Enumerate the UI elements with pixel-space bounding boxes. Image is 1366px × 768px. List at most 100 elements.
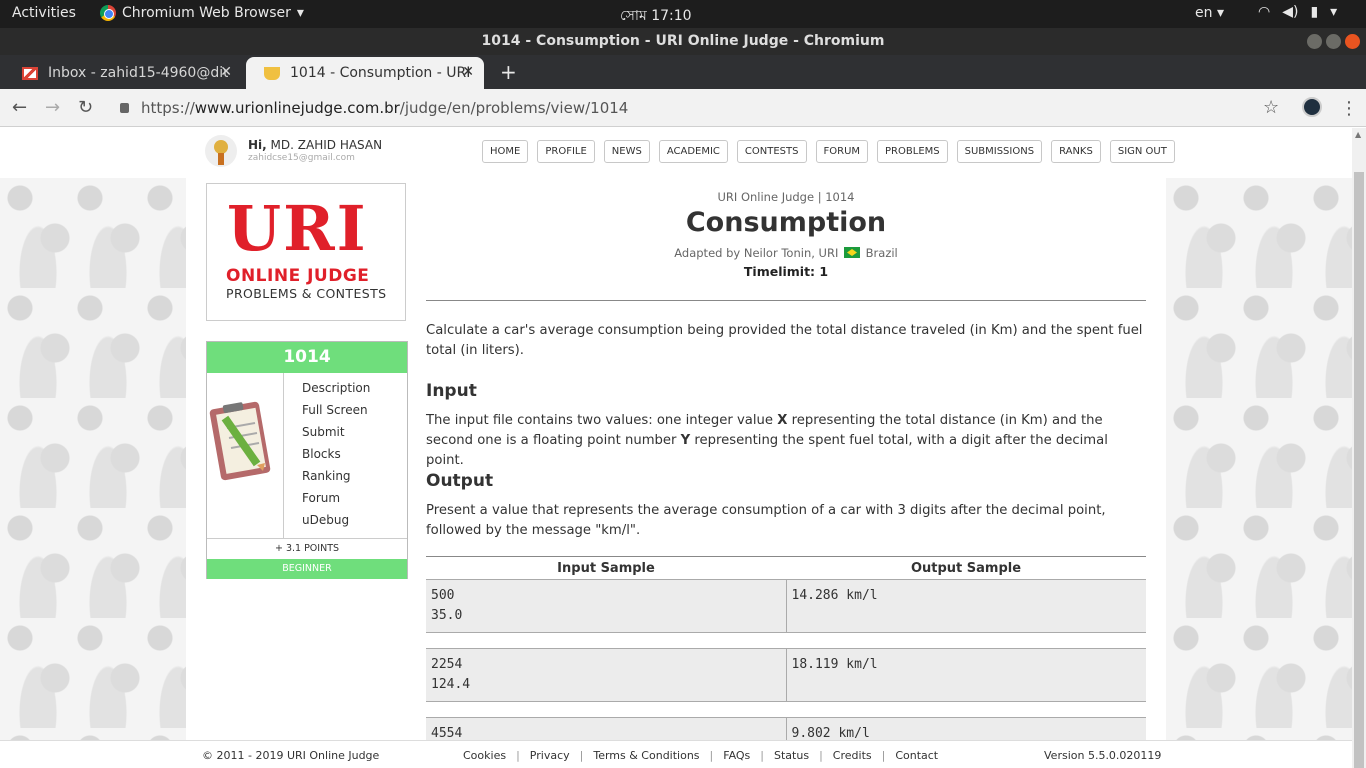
greeting-label: Hi, bbox=[248, 138, 267, 152]
scroll-up-icon[interactable]: ▲ bbox=[1355, 130, 1361, 139]
footer-link-status[interactable]: Status bbox=[774, 749, 809, 762]
divider bbox=[426, 300, 1146, 301]
language-indicator[interactable]: en ▾ bbox=[1195, 5, 1224, 21]
main-nav: HOME PROFILE NEWS ACADEMIC CONTESTS FORU… bbox=[482, 140, 1175, 163]
spacer-cell bbox=[786, 701, 1146, 718]
nav-news[interactable]: NEWS bbox=[603, 140, 650, 163]
sample-input-line: 2254 bbox=[431, 657, 463, 672]
footer-link-credits[interactable]: Credits bbox=[833, 749, 872, 762]
problem-menu: Description Full Screen Submit Blocks Ra… bbox=[302, 381, 370, 535]
back-arrow-icon[interactable]: ← bbox=[12, 97, 27, 118]
bookmark-star-icon[interactable]: ☆ bbox=[1263, 97, 1279, 118]
app-menu[interactable]: Chromium Web Browser ▾ bbox=[100, 5, 304, 21]
sample-input[interactable]: 2254 124.4 bbox=[426, 648, 787, 702]
separator: | bbox=[760, 749, 765, 762]
input-var-x: X bbox=[777, 413, 788, 428]
nav-home[interactable]: HOME bbox=[482, 140, 529, 163]
menu-kebab-icon[interactable]: ⋮ bbox=[1340, 98, 1358, 119]
close-window-button[interactable] bbox=[1345, 34, 1360, 49]
close-tab-icon[interactable]: ✕ bbox=[220, 64, 232, 80]
problem-menu-description[interactable]: Description bbox=[302, 381, 370, 403]
spacer-cell bbox=[426, 701, 786, 718]
author-country: Brazil bbox=[865, 246, 898, 260]
system-tray[interactable]: ◠ ◀) ▮ ▾ bbox=[1258, 4, 1337, 20]
trophy-icon bbox=[264, 66, 280, 80]
activities-button[interactable]: Activities bbox=[12, 5, 76, 21]
forward-arrow-icon[interactable]: → bbox=[45, 97, 60, 118]
scrollbar-thumb[interactable] bbox=[1354, 172, 1364, 768]
separator: | bbox=[579, 749, 584, 762]
problem-menu-full-screen[interactable]: Full Screen bbox=[302, 403, 370, 425]
separator: | bbox=[709, 749, 714, 762]
footer-link-terms[interactable]: Terms & Conditions bbox=[593, 749, 699, 762]
footer-version: Version 5.5.0.020119 bbox=[1044, 749, 1162, 762]
user-name[interactable]: MD. ZAHID HASAN bbox=[271, 138, 383, 152]
new-tab-button[interactable]: + bbox=[500, 60, 517, 84]
problem-menu-submit[interactable]: Submit bbox=[302, 425, 370, 447]
problem-menu-blocks[interactable]: Blocks bbox=[302, 447, 370, 469]
window-title: 1014 - Consumption - URI Online Judge - … bbox=[481, 33, 885, 49]
output-heading: Output bbox=[426, 471, 494, 491]
problem-menu-udebug[interactable]: uDebug bbox=[302, 513, 370, 535]
output-description: Present a value that represents the aver… bbox=[426, 503, 1106, 538]
input-var-y: Y bbox=[680, 433, 691, 448]
problem-menu-forum[interactable]: Forum bbox=[302, 491, 370, 513]
separator: | bbox=[819, 749, 823, 762]
spacer-cell bbox=[426, 632, 786, 649]
problem-level: BEGINNER bbox=[207, 559, 407, 579]
problem-points: + 3.1 POINTS bbox=[207, 538, 407, 558]
nav-submissions[interactable]: SUBMISSIONS bbox=[956, 140, 1043, 163]
spacer-cell bbox=[786, 632, 1146, 649]
tab-inbox[interactable]: Inbox - zahid15-4960@diu ✕ bbox=[4, 57, 242, 89]
reload-icon[interactable]: ↻ bbox=[78, 97, 93, 118]
footer-copyright: © 2011 - 2019 URI Online Judge bbox=[202, 749, 380, 762]
site-footer: © 2011 - 2019 URI Online Judge Cookies | … bbox=[0, 740, 1352, 768]
problem-number: 1014 bbox=[207, 342, 407, 373]
nav-profile[interactable]: PROFILE bbox=[537, 140, 595, 163]
nav-sign-out[interactable]: SIGN OUT bbox=[1109, 140, 1175, 163]
footer-link-contact[interactable]: Contact bbox=[895, 749, 938, 762]
window-controls bbox=[1307, 34, 1360, 49]
output-sample-header: Output Sample bbox=[786, 556, 1146, 580]
sample-input[interactable]: 500 35.0 bbox=[426, 579, 787, 633]
logo-online-judge: ONLINE JUDGE bbox=[226, 266, 370, 286]
tab-label: 1014 - Consumption - URI O bbox=[290, 65, 470, 81]
footer-link-privacy[interactable]: Privacy bbox=[530, 749, 570, 762]
url-scheme: https:// bbox=[141, 99, 195, 117]
browser-toolbar: ← → ↻ https://www.urionlinejudge.com.br /… bbox=[0, 89, 1366, 127]
table-spacer bbox=[426, 701, 1146, 718]
minimize-button[interactable] bbox=[1307, 34, 1322, 49]
address-bar[interactable]: https://www.urionlinejudge.com.br/judge/… bbox=[120, 99, 628, 117]
sample-output[interactable]: 14.286 km/l bbox=[786, 579, 1146, 633]
profile-avatar-icon[interactable] bbox=[1302, 97, 1322, 117]
footer-link-faqs[interactable]: FAQs bbox=[723, 749, 750, 762]
nav-forum[interactable]: FORUM bbox=[815, 140, 869, 163]
problem-description: Calculate a car's average consumption be… bbox=[426, 323, 1143, 358]
site-logo[interactable]: URI ONLINE JUDGE PROBLEMS & CONTESTS bbox=[206, 183, 406, 321]
page-scrollbar[interactable]: ▲ bbox=[1352, 128, 1366, 768]
nav-academic[interactable]: ACADEMIC bbox=[658, 140, 728, 163]
author-label: Adapted by Neilor Tonin, URI bbox=[674, 246, 839, 260]
user-avatar-icon[interactable] bbox=[204, 134, 238, 168]
sample-input-line: 124.4 bbox=[431, 677, 471, 692]
close-tab-icon[interactable]: ✕ bbox=[462, 64, 474, 80]
nav-ranks[interactable]: RANKS bbox=[1051, 140, 1101, 163]
sample-input-line: 35.0 bbox=[431, 608, 463, 623]
gmail-icon bbox=[22, 66, 38, 80]
clock[interactable]: সোম 17:10 bbox=[620, 4, 692, 28]
input-sample-header: Input Sample bbox=[426, 556, 786, 580]
brazil-flag-icon bbox=[844, 247, 860, 258]
page-title: Consumption bbox=[685, 207, 887, 238]
tab-consumption[interactable]: 1014 - Consumption - URI O ✕ bbox=[246, 57, 484, 89]
maximize-button[interactable] bbox=[1326, 34, 1341, 49]
footer-link-cookies[interactable]: Cookies bbox=[463, 749, 506, 762]
sample-input-line: 500 bbox=[431, 588, 455, 603]
wifi-icon: ◠ bbox=[1258, 4, 1271, 20]
logo-uri-text: URI bbox=[227, 192, 368, 265]
nav-contests[interactable]: CONTESTS bbox=[736, 140, 807, 163]
user-email: zahidcse15@gmail.com bbox=[248, 153, 355, 163]
lock-icon bbox=[120, 103, 129, 113]
problem-menu-ranking[interactable]: Ranking bbox=[302, 469, 370, 491]
nav-problems[interactable]: PROBLEMS bbox=[877, 140, 948, 163]
sample-output[interactable]: 18.119 km/l bbox=[786, 648, 1146, 702]
